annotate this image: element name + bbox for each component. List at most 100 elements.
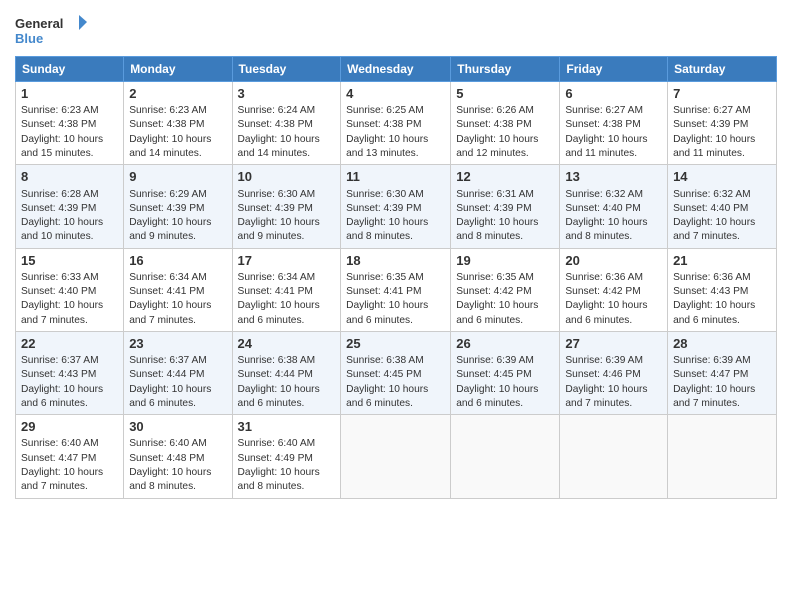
day-info-line: Sunrise: 6:25 AM [346,104,445,118]
day-number: 14 [673,168,771,186]
day-number: 20 [565,252,662,270]
day-number: 29 [21,418,118,436]
day-info-line: Sunset: 4:39 PM [346,202,445,216]
day-info-line: Daylight: 10 hours [673,299,771,313]
day-info-line: Sunset: 4:38 PM [129,118,226,132]
day-info-line: Daylight: 10 hours [238,216,336,230]
day-info-line: Sunrise: 6:40 AM [238,437,336,451]
day-info-line: and 12 minutes. [456,147,554,161]
calendar-cell: 18Sunrise: 6:35 AMSunset: 4:41 PMDayligh… [341,248,451,331]
calendar-cell [668,415,777,498]
calendar-cell: 28Sunrise: 6:39 AMSunset: 4:47 PMDayligh… [668,331,777,414]
day-info-line: Daylight: 10 hours [673,383,771,397]
calendar-cell: 9Sunrise: 6:29 AMSunset: 4:39 PMDaylight… [124,165,232,248]
day-info-line: Sunrise: 6:32 AM [565,188,662,202]
day-info-line: Daylight: 10 hours [346,216,445,230]
day-info-line: and 6 minutes. [673,314,771,328]
day-info-line: Daylight: 10 hours [346,383,445,397]
day-info-line: Sunrise: 6:24 AM [238,104,336,118]
day-info-line: Sunset: 4:43 PM [21,368,118,382]
day-info-line: Sunset: 4:47 PM [21,452,118,466]
day-number: 12 [456,168,554,186]
day-info-line: Sunset: 4:44 PM [129,368,226,382]
day-info-line: and 8 minutes. [346,230,445,244]
day-info-line: Sunrise: 6:29 AM [129,188,226,202]
day-info-line: Sunrise: 6:39 AM [565,354,662,368]
day-info-line: Sunset: 4:44 PM [238,368,336,382]
day-number: 25 [346,335,445,353]
calendar-cell: 23Sunrise: 6:37 AMSunset: 4:44 PMDayligh… [124,331,232,414]
calendar-cell: 7Sunrise: 6:27 AMSunset: 4:39 PMDaylight… [668,82,777,165]
day-info-line: and 9 minutes. [238,230,336,244]
day-info-line: Daylight: 10 hours [21,133,118,147]
col-header-sunday: Sunday [16,57,124,82]
day-info-line: Sunset: 4:38 PM [238,118,336,132]
day-info-line: Sunrise: 6:40 AM [21,437,118,451]
svg-text:General: General [15,16,63,31]
day-info-line: Sunset: 4:38 PM [565,118,662,132]
col-header-friday: Friday [560,57,668,82]
day-info-line: Daylight: 10 hours [129,299,226,313]
day-info-line: Sunrise: 6:35 AM [346,271,445,285]
day-info-line: and 7 minutes. [129,314,226,328]
day-info-line: Sunrise: 6:34 AM [129,271,226,285]
logo-svg: General Blue [15,10,87,50]
calendar-cell: 14Sunrise: 6:32 AMSunset: 4:40 PMDayligh… [668,165,777,248]
day-info-line: Sunrise: 6:23 AM [129,104,226,118]
day-number: 5 [456,85,554,103]
day-info-line: Sunrise: 6:34 AM [238,271,336,285]
day-info-line: and 8 minutes. [129,480,226,494]
day-info-line: Sunrise: 6:35 AM [456,271,554,285]
day-info-line: Sunrise: 6:37 AM [129,354,226,368]
calendar-cell: 4Sunrise: 6:25 AMSunset: 4:38 PMDaylight… [341,82,451,165]
day-number: 19 [456,252,554,270]
day-info-line: Sunrise: 6:26 AM [456,104,554,118]
calendar-cell: 19Sunrise: 6:35 AMSunset: 4:42 PMDayligh… [451,248,560,331]
week-row-4: 22 Sunrise: 6:37 AM Sunset: 4:43 PM Dayligh… [16,331,777,414]
calendar-cell: 1Sunrise: 6:23 AMSunset: 4:38 PMDaylight… [16,82,124,165]
day-info-line: and 6 minutes. [456,397,554,411]
day-number: 6 [565,85,662,103]
day-info-line: Sunrise: 6:30 AM [346,188,445,202]
day-info-line: Sunset: 4:47 PM [673,368,771,382]
calendar-cell: 5Sunrise: 6:26 AMSunset: 4:38 PMDaylight… [451,82,560,165]
day-number: 11 [346,168,445,186]
day-info-line: Daylight: 10 hours [21,299,118,313]
calendar-cell: 17Sunrise: 6:34 AMSunset: 4:41 PMDayligh… [232,248,341,331]
day-info-line: Daylight: 10 hours [673,216,771,230]
calendar-cell: 8Sunrise: 6:28 AMSunset: 4:39 PMDaylight… [16,165,124,248]
day-info-line: Daylight: 10 hours [238,383,336,397]
day-info-line: Daylight: 10 hours [238,299,336,313]
day-info-line: and 6 minutes. [565,314,662,328]
day-info-line: Sunrise: 6:27 AM [565,104,662,118]
day-number: 16 [129,252,226,270]
day-info-line: Sunrise: 6:28 AM [21,188,118,202]
calendar-cell: 12Sunrise: 6:31 AMSunset: 4:39 PMDayligh… [451,165,560,248]
calendar-cell: 21Sunrise: 6:36 AMSunset: 4:43 PMDayligh… [668,248,777,331]
day-number: 3 [238,85,336,103]
calendar-cell: 29Sunrise: 6:40 AMSunset: 4:47 PMDayligh… [16,415,124,498]
day-info-line: and 7 minutes. [673,230,771,244]
day-info-line: Daylight: 10 hours [346,133,445,147]
day-info-line: Daylight: 10 hours [21,466,118,480]
calendar-cell: 11 Sunrise: 6:30 AMSunset: 4:39 PMDayligh… [341,165,451,248]
day-info-line: Sunset: 4:40 PM [21,285,118,299]
day-number: 7 [673,85,771,103]
calendar-cell [560,415,668,498]
day-number: 24 [238,335,336,353]
day-info-line: Sunrise: 6:39 AM [673,354,771,368]
day-info-line: Daylight: 10 hours [129,383,226,397]
day-info-line: Sunset: 4:41 PM [129,285,226,299]
day-number: 22 [21,335,118,353]
day-info-line: and 6 minutes. [238,397,336,411]
day-info-line: and 8 minutes. [456,230,554,244]
day-info-line: Daylight: 10 hours [565,299,662,313]
day-info-line: Daylight: 10 hours [238,133,336,147]
day-info-line: and 8 minutes. [238,480,336,494]
day-info-line: Sunset: 4:46 PM [565,368,662,382]
week-row-2: 8Sunrise: 6:28 AMSunset: 4:39 PMDaylight… [16,165,777,248]
day-info-line: Daylight: 10 hours [129,216,226,230]
calendar-cell: 2Sunrise: 6:23 AMSunset: 4:38 PMDaylight… [124,82,232,165]
day-info-line: and 9 minutes. [129,230,226,244]
day-info-line: and 11 minutes. [565,147,662,161]
